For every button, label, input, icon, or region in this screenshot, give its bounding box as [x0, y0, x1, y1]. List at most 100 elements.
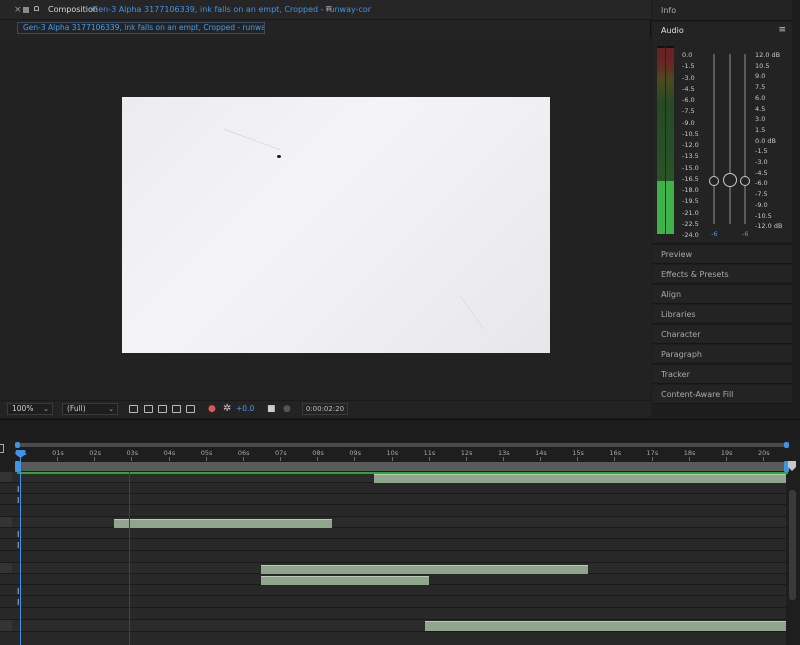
layer-track[interactable]: [0, 608, 786, 620]
ruler-tick: [205, 457, 207, 461]
db-scale-label: -9.0: [755, 200, 768, 209]
layer-clip[interactable]: [261, 565, 588, 574]
layer-track[interactable]: [0, 483, 786, 494]
meter-scale-label: -19.5: [682, 197, 699, 206]
ruler-tick: [688, 457, 690, 461]
composition-panel-header: × Composition Gen-3 Alpha 3177106339, in…: [0, 0, 651, 20]
time-navigator[interactable]: [15, 461, 789, 472]
layer-track[interactable]: [0, 494, 786, 505]
db-scale: 12.0 dB 10.5 9.0 7.5 6.0 4.5 3.0 1.5 0.0 dB -1.5 -…: [755, 50, 782, 232]
close-icon[interactable]: ×: [14, 5, 22, 15]
layer-handle[interactable]: [0, 563, 12, 573]
ruler-tick: [94, 457, 96, 461]
right-volume-knob[interactable]: [740, 176, 750, 186]
layer-clip[interactable]: [374, 474, 786, 483]
hamburger-icon[interactable]: ≡: [325, 4, 333, 14]
db-scale-label: -3.0: [755, 158, 768, 167]
right-panel-column: Info Audio ≡ 0.0 -1.5 -3.0 -4.5 -6.0 -7.5 -9.0…: [652, 0, 800, 417]
mask-visibility-icon[interactable]: [158, 405, 167, 413]
layer-track[interactable]: [0, 585, 786, 596]
ruler-tick-label: 07s: [275, 449, 287, 457]
region-of-interest-icon[interactable]: [172, 405, 181, 413]
layer-track[interactable]: [0, 505, 786, 517]
layer-handle[interactable]: [0, 517, 12, 527]
lock-icon[interactable]: [34, 6, 39, 11]
audio-panel: Audio ≡ 0.0 -1.5 -3.0 -4.5 -6.0 -7.5 -9.0 -10.5…: [652, 22, 792, 244]
ruler-tick-label: 09s: [349, 449, 362, 457]
db-scale-label: -7.5: [755, 190, 768, 199]
layer-track[interactable]: [0, 528, 786, 539]
meter-scale-label: -12.0: [682, 141, 699, 149]
right-volume-value[interactable]: -6: [742, 230, 748, 238]
panel-tracker[interactable]: Tracker: [652, 365, 792, 384]
guides-icon[interactable]: [186, 405, 195, 413]
timeline-scrollbar[interactable]: [789, 490, 796, 600]
left-volume-slider[interactable]: [713, 54, 715, 224]
panel-character[interactable]: Character: [652, 325, 792, 344]
info-panel[interactable]: Info: [652, 0, 792, 21]
zoom-value: 100%: [12, 404, 34, 413]
fast-previews-icon[interactable]: [129, 405, 138, 413]
work-area-bar[interactable]: [15, 442, 789, 448]
layer-handle[interactable]: [0, 472, 12, 482]
ruler-tick-label: 20s: [758, 449, 770, 457]
show-snapshot-icon[interactable]: ●: [283, 404, 291, 414]
meter-scale-label: -9.0: [682, 118, 695, 127]
left-volume-value[interactable]: -6: [711, 230, 717, 238]
ruler-tick-label: 17s: [646, 449, 659, 457]
comp-end-marker[interactable]: [788, 461, 796, 471]
hamburger-icon[interactable]: ≡: [778, 25, 786, 35]
left-channel-level: [657, 181, 665, 234]
left-volume-knob[interactable]: [709, 176, 719, 186]
right-channel-meter: [666, 46, 674, 234]
ruler-tick-label: 12s: [460, 449, 473, 457]
reset-exposure-icon[interactable]: ✲: [223, 403, 231, 414]
layer-handle[interactable]: [0, 620, 12, 631]
ruler-tick: [465, 457, 467, 461]
meter-scale-label: -22.5: [682, 219, 699, 228]
composition-tab[interactable]: Gen-3 Alpha 3177106339, ink falls on an …: [17, 22, 265, 34]
layer-track[interactable]: [0, 551, 786, 563]
panel-libraries[interactable]: Libraries: [652, 305, 792, 324]
ruler-tick-label: 14s: [535, 449, 547, 457]
panel-paragraph[interactable]: Paragraph: [652, 345, 792, 364]
zoom-dropdown[interactable]: 100% ⌄: [7, 403, 53, 415]
timeline-panel: 00s01s02s03s04s05s06s07s08s09s10s11s12s1…: [0, 419, 800, 645]
meter-peak-indicator: [657, 46, 665, 48]
ink-drop: [277, 155, 281, 158]
resolution-dropdown[interactable]: (Full) ⌄: [62, 403, 118, 415]
db-scale-label: -4.5: [755, 168, 768, 177]
ruler-tick: [354, 457, 356, 461]
time-ruler[interactable]: 00s01s02s03s04s05s06s07s08s09s10s11s12s1…: [0, 448, 800, 461]
layer-clip[interactable]: [114, 519, 332, 528]
panel-content-aware-fill[interactable]: Content-Aware Fill: [652, 385, 792, 404]
ruler-tick: [502, 457, 504, 461]
panel-title: Composition: [48, 5, 98, 14]
ruler-tick-label: 01s: [52, 449, 64, 457]
master-volume-slider[interactable]: [729, 54, 731, 224]
ruler-tick: [428, 457, 430, 461]
playhead-line[interactable]: [20, 453, 21, 645]
right-volume-slider[interactable]: [744, 54, 746, 224]
ruler-tick: [614, 457, 616, 461]
layer-track[interactable]: [0, 632, 786, 645]
channel-icon[interactable]: ●: [208, 404, 216, 414]
current-time-display[interactable]: 0:00:02:20: [302, 403, 348, 415]
layer-clip[interactable]: [261, 576, 429, 585]
master-volume-knob[interactable]: [723, 173, 737, 187]
layer-track[interactable]: [0, 596, 786, 608]
meter-scale-label: -3.0: [682, 73, 695, 82]
panel-effects-presets[interactable]: Effects & Presets: [652, 265, 792, 284]
transparency-grid-icon[interactable]: [144, 405, 153, 413]
composition-frame[interactable]: [122, 97, 550, 353]
db-scale-label: 7.5: [755, 83, 766, 92]
layer-clip[interactable]: [425, 621, 786, 631]
panel-align[interactable]: Align: [652, 285, 792, 304]
snapshot-icon[interactable]: ■: [267, 404, 276, 414]
meter-scale-label: -15.0: [682, 163, 699, 172]
ruler-tick-label: 06s: [237, 449, 250, 457]
ruler-tick-label: 11s: [423, 449, 436, 457]
exposure-value[interactable]: +0.0: [236, 404, 254, 413]
panel-preview[interactable]: Preview: [652, 245, 792, 264]
layer-track[interactable]: [0, 539, 786, 551]
